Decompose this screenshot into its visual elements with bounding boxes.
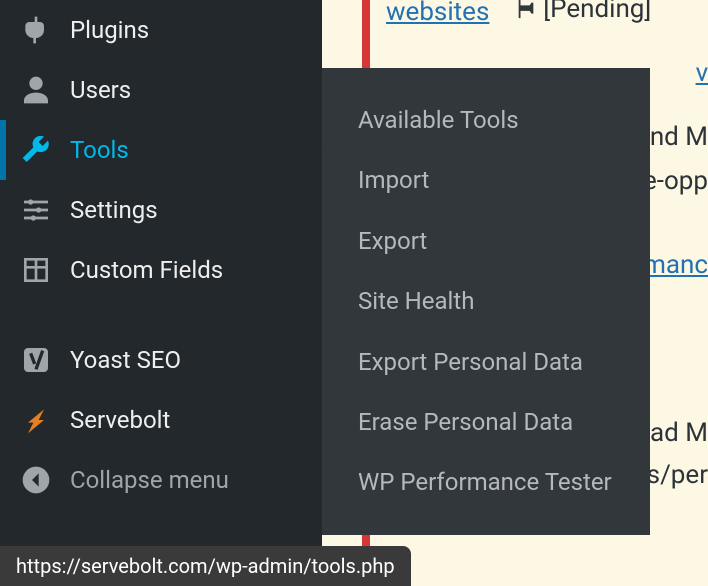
content-link-mance: manc: [643, 250, 708, 280]
admin-sidebar: Plugins Users Tools Settings Custom Fiel…: [0, 0, 322, 586]
servebolt-icon: [20, 404, 52, 436]
link-vis[interactable]: vis: [696, 58, 708, 88]
sidebar-item-label: Servebolt: [70, 406, 170, 434]
wrench-icon: [20, 134, 52, 166]
submenu-item-site-health[interactable]: Site Health: [322, 271, 650, 331]
grid-icon: [20, 254, 52, 286]
sidebar-item-label: Collapse menu: [70, 466, 229, 494]
sidebar-item-users[interactable]: Users: [0, 60, 322, 120]
content-frag-1a: nd M: [650, 122, 708, 152]
sidebar-item-custom-fields[interactable]: Custom Fields: [0, 240, 322, 300]
sidebar-item-settings[interactable]: Settings: [0, 180, 322, 240]
submenu-item-erase-personal-data[interactable]: Erase Personal Data: [322, 392, 650, 452]
content-line-1: websites [Pending]: [386, 0, 651, 27]
sidebar-item-label: Settings: [70, 196, 158, 224]
sidebar-item-tools[interactable]: Tools: [0, 120, 322, 180]
sidebar-item-label: Plugins: [70, 16, 149, 44]
sidebar-item-label: Tools: [70, 136, 129, 164]
submenu-item-export-personal-data[interactable]: Export Personal Data: [322, 332, 650, 392]
tools-submenu: Available Tools Import Export Site Healt…: [322, 68, 650, 535]
link-performance[interactable]: manc: [643, 250, 708, 280]
yoast-icon: [20, 344, 52, 376]
sidebar-item-plugins[interactable]: Plugins: [0, 0, 322, 60]
pending-status: [Pending]: [515, 0, 651, 24]
flag-icon: [515, 0, 537, 20]
collapse-icon: [20, 464, 52, 496]
user-icon: [20, 74, 52, 106]
sidebar-item-label: Yoast SEO: [70, 346, 181, 374]
content-frag-2b: s/per: [647, 460, 708, 490]
status-url: https://servebolt.com/wp-admin/tools.php: [16, 554, 395, 578]
content-frag-2a: ad M: [650, 418, 708, 448]
plug-icon: [20, 14, 52, 46]
submenu-item-wp-performance-tester[interactable]: WP Performance Tester: [322, 452, 650, 512]
sidebar-item-yoast-seo[interactable]: Yoast SEO: [0, 330, 322, 390]
sidebar-item-servebolt[interactable]: Servebolt: [0, 390, 322, 450]
sliders-icon: [20, 194, 52, 226]
submenu-item-available-tools[interactable]: Available Tools: [322, 90, 650, 150]
sidebar-item-label: Users: [70, 76, 131, 104]
link-websites[interactable]: websites: [386, 0, 489, 27]
sidebar-item-collapse[interactable]: Collapse menu: [0, 450, 322, 510]
sidebar-item-label: Custom Fields: [70, 256, 223, 284]
submenu-item-export[interactable]: Export: [322, 211, 650, 271]
content-frag-1b: e-opp: [643, 166, 708, 196]
browser-status-bar: https://servebolt.com/wp-admin/tools.php: [0, 546, 411, 586]
submenu-item-import[interactable]: Import: [322, 150, 650, 210]
